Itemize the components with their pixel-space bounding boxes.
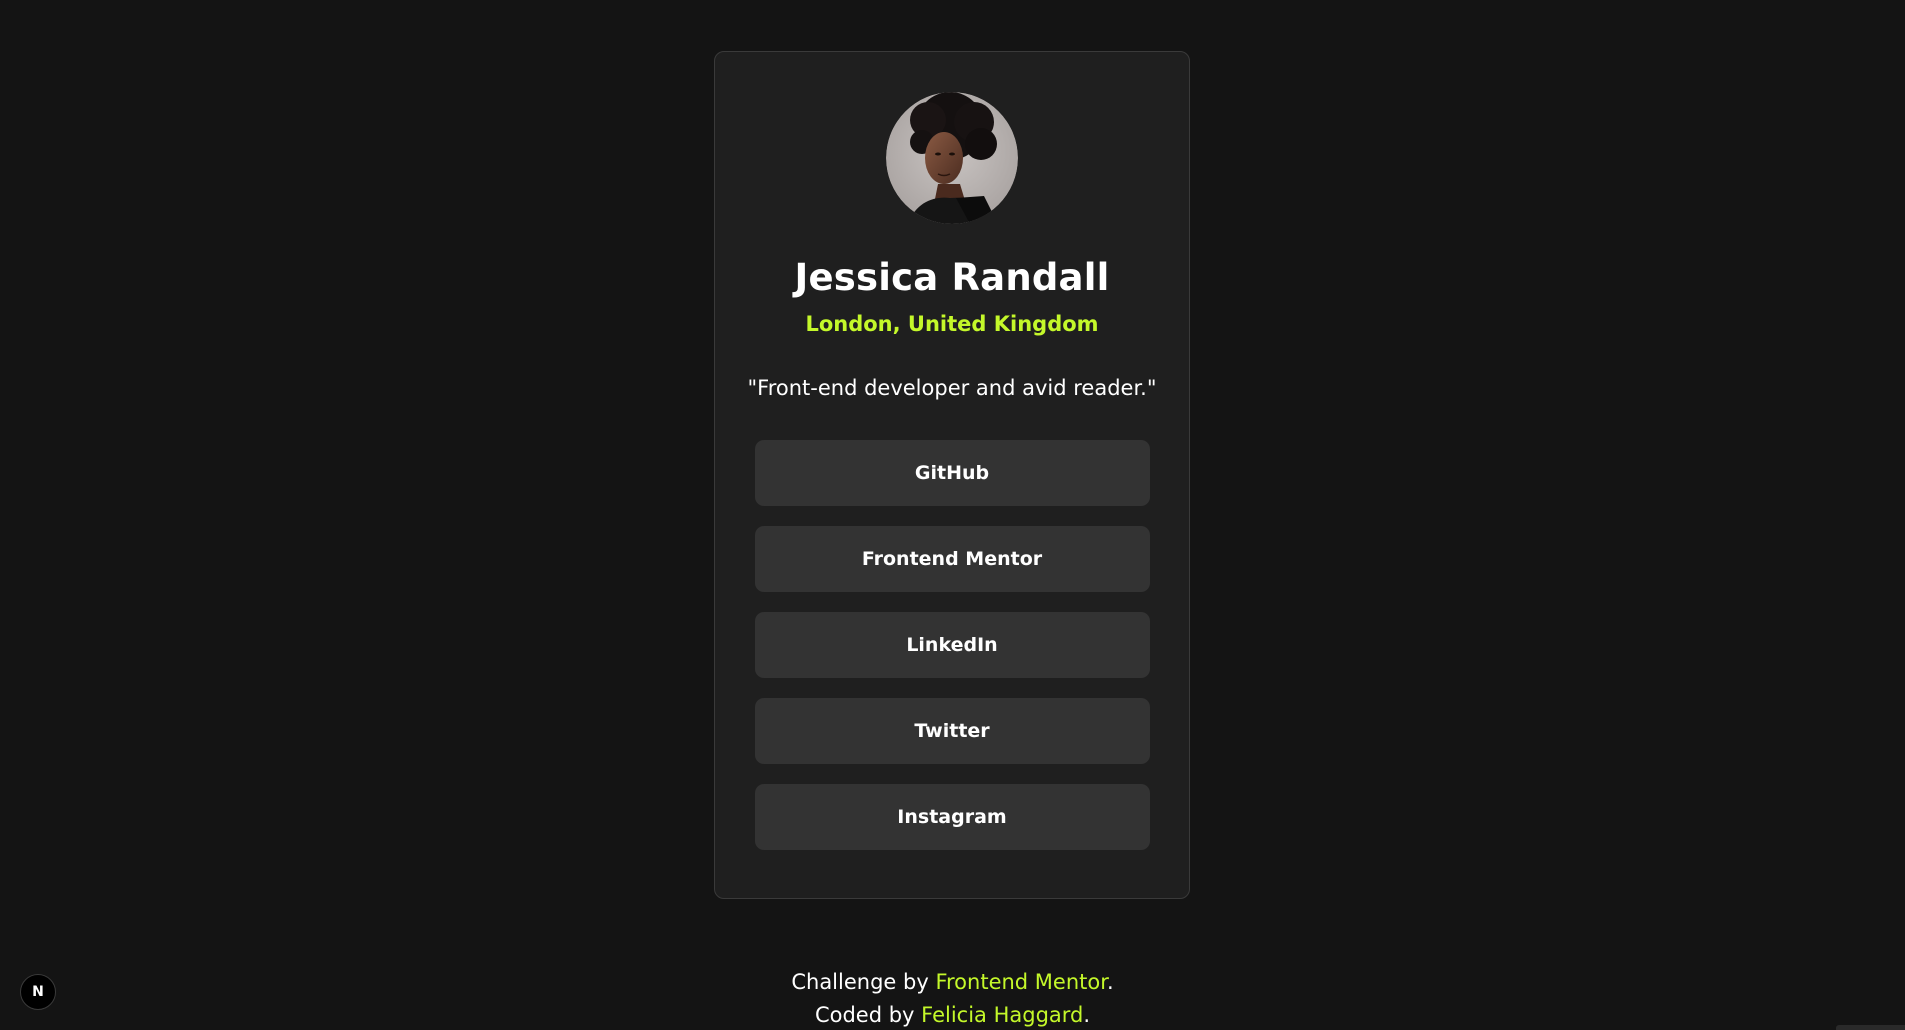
frontend-mentor-link-button[interactable]: Frontend Mentor [754,526,1150,593]
nextjs-badge-label: N [32,984,44,1000]
author-link[interactable]: Felicia Haggard [921,1003,1083,1027]
attribution-footer: Challenge by Frontend Mentor. Coded by F… [0,966,1905,1030]
challenge-prefix: Challenge by [791,970,936,994]
page: Jessica Randall London, United Kingdom "… [0,0,1905,1030]
coded-by-prefix: Coded by [814,1003,922,1027]
frontend-mentor-link[interactable]: Frontend Mentor [935,970,1107,994]
nextjs-icon[interactable]: N [20,974,56,1010]
profile-bio: "Front-end developer and avid reader." [747,376,1157,401]
twitter-link-button[interactable]: Twitter [754,698,1150,765]
profile-location: London, United Kingdom [805,312,1099,337]
profile-name: Jessica Randall [794,256,1110,299]
challenge-suffix: . [1106,970,1114,994]
attribution-line-challenge: Challenge by Frontend Mentor. [0,966,1905,999]
avatar [886,92,1018,224]
github-link-button[interactable]: GitHub [754,440,1150,507]
corner-indicator [1836,1025,1905,1030]
social-links: GitHub Frontend Mentor LinkedIn Twitter … [754,440,1150,851]
profile-card: Jessica Randall London, United Kingdom "… [714,51,1190,899]
linkedin-link-button[interactable]: LinkedIn [754,612,1150,679]
coded-by-suffix: . [1083,1003,1091,1027]
instagram-link-button[interactable]: Instagram [754,784,1150,851]
attribution-line-coded-by: Coded by Felicia Haggard. [0,999,1905,1030]
